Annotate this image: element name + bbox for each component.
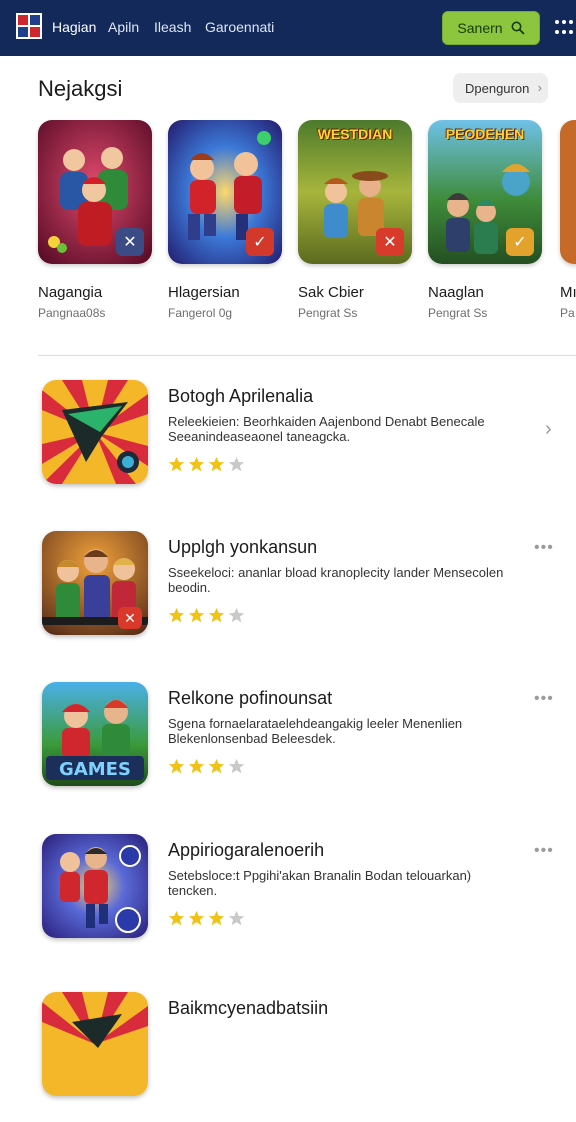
rating-stars [168, 758, 245, 775]
search-icon [511, 21, 525, 35]
game-icon-hero [42, 834, 148, 938]
star-filled-icon [188, 758, 205, 774]
lightning-badge-icon: ✓ [506, 228, 534, 256]
list-item-description: Sgena fornaelarataelehdeangakig leeler M… [168, 716, 463, 746]
list-item-description: Sseekeloci: ananlar bload kranoplecity l… [168, 565, 504, 595]
featured-card-subtitle: Pengrat Ss [428, 306, 488, 320]
star-empty-icon [228, 910, 245, 926]
featured-card-title: Hlagersian [168, 284, 240, 301]
rating-stars [168, 456, 245, 473]
section-divider [38, 355, 576, 356]
featured-card[interactable]: ✓ Hlagersian Fangerol 0g [168, 120, 286, 320]
rating-stars [168, 910, 245, 927]
game-icon-heroes: ✕ [38, 120, 152, 264]
star-filled-icon [168, 456, 185, 472]
star-filled-icon [168, 758, 185, 774]
featured-card-subtitle: Pa [560, 306, 575, 320]
list-item-title: Upplgh yonkansun [168, 537, 318, 557]
game-icon-arrow [42, 380, 148, 484]
more-options-icon[interactable]: ••• [534, 539, 554, 557]
featured-card-subtitle: Pengrat Ss [298, 306, 358, 320]
game-icon-games: GAMES [42, 682, 148, 786]
list-item-description: Releekieien: Beorhkaiden Aajenbond Denab… [168, 414, 485, 444]
star-empty-icon [228, 758, 245, 774]
featured-card-subtitle: Fangerol 0g [168, 306, 233, 320]
more-options-icon[interactable]: ••• [534, 842, 554, 860]
featured-card-subtitle: Pangnaa08s [38, 306, 106, 320]
list-item[interactable]: Baikmcyenadbatsiin [0, 992, 576, 1122]
star-empty-icon [228, 456, 245, 472]
top-app-bar: Hagian Apiln Ileash Garoennati Sanern [0, 0, 576, 56]
featured-card-title: Mı [560, 284, 576, 301]
featured-card-title: Naaglan [428, 284, 484, 301]
featured-carousel[interactable]: ✕ Nagangia Pangnaa08s ✓ Hlagersian Fange… [0, 120, 576, 330]
featured-card-title: Nagangia [38, 284, 103, 301]
game-icon-western: WESTDIAN ✕ [298, 120, 412, 264]
close-badge-icon: ✕ [118, 607, 142, 629]
nav-item-games[interactable]: Ileash [154, 19, 191, 35]
play-badge-icon: ✓ [246, 228, 274, 256]
star-filled-icon [208, 758, 225, 774]
game-icon-runner: ✓ [168, 120, 282, 264]
game-icon-team: ✕ [42, 531, 148, 635]
game-icon-partial [560, 120, 576, 264]
list-item[interactable]: Botogh Aprilenalia Releekieien: Beorhkai… [0, 380, 576, 510]
section-title: Nejakgsi [38, 76, 123, 101]
list-item-description: Setebsloce:t Ppgihi'akan Branalin Bodan … [168, 868, 472, 898]
see-more-label: Dpenguron [465, 80, 530, 96]
list-item[interactable]: GAMES Relkone pofinounsat Sgena fornaela… [0, 682, 576, 812]
star-filled-icon [208, 607, 225, 623]
game-banner-text: WESTDIAN [317, 126, 393, 142]
games-logo-text: GAMES [59, 759, 131, 780]
more-options-icon[interactable]: ••• [534, 690, 554, 708]
apps-grid-icon[interactable] [555, 20, 573, 36]
game-banner-text: PEODEHEN [445, 126, 525, 142]
star-filled-icon [208, 456, 225, 472]
star-filled-icon [188, 456, 205, 472]
nav-item-apps[interactable]: Apiln [108, 19, 139, 35]
featured-card[interactable]: ✕ Nagangia Pangnaa08s [38, 120, 156, 320]
close-badge-icon: ✕ [376, 228, 404, 256]
star-filled-icon [188, 607, 205, 623]
featured-card[interactable]: WESTDIAN ✕ Sak Cbier Pengrat Ss [298, 120, 416, 320]
game-icon-arrow-2 [42, 992, 148, 1096]
search-button-label: Sanern [457, 20, 503, 36]
featured-card[interactable]: PEODEHEN ✓ Naaglan Pengrat Ss [428, 120, 546, 320]
chevron-right-icon: › [537, 80, 542, 95]
see-more-button[interactable]: Dpenguron › [453, 73, 548, 103]
nav-item-categories[interactable]: Garoennati [205, 19, 274, 35]
featured-card-title: Sak Cbier [298, 284, 364, 301]
star-filled-icon [168, 910, 185, 926]
list-item-title: Baikmcyenadbatsiin [168, 998, 329, 1018]
star-filled-icon [208, 910, 225, 926]
list-item-title: Botogh Aprilenalia [168, 386, 314, 406]
list-item-title: Appiriogaralenoerih [168, 840, 325, 860]
star-filled-icon [168, 607, 185, 623]
star-filled-icon [188, 910, 205, 926]
search-button[interactable]: Sanern [442, 11, 540, 45]
chevron-right-icon[interactable]: › [545, 418, 552, 441]
game-icon-jungle: PEODEHEN ✓ [428, 120, 542, 264]
list-item-title: Relkone pofinounsat [168, 688, 333, 708]
list-item[interactable]: Appiriogaralenoerih Setebsloce:t Ppgihi'… [0, 834, 576, 964]
star-empty-icon [228, 607, 245, 623]
nav-item-home[interactable]: Hagian [52, 19, 96, 35]
featured-card[interactable]: Mı Pa [560, 120, 576, 320]
app-logo[interactable] [16, 13, 42, 39]
list-item[interactable]: ✕ Upplgh yonkansun Sseekeloci: ananlar b… [0, 531, 576, 661]
rating-stars [168, 607, 245, 624]
compass-icon: ✕ [116, 228, 144, 256]
